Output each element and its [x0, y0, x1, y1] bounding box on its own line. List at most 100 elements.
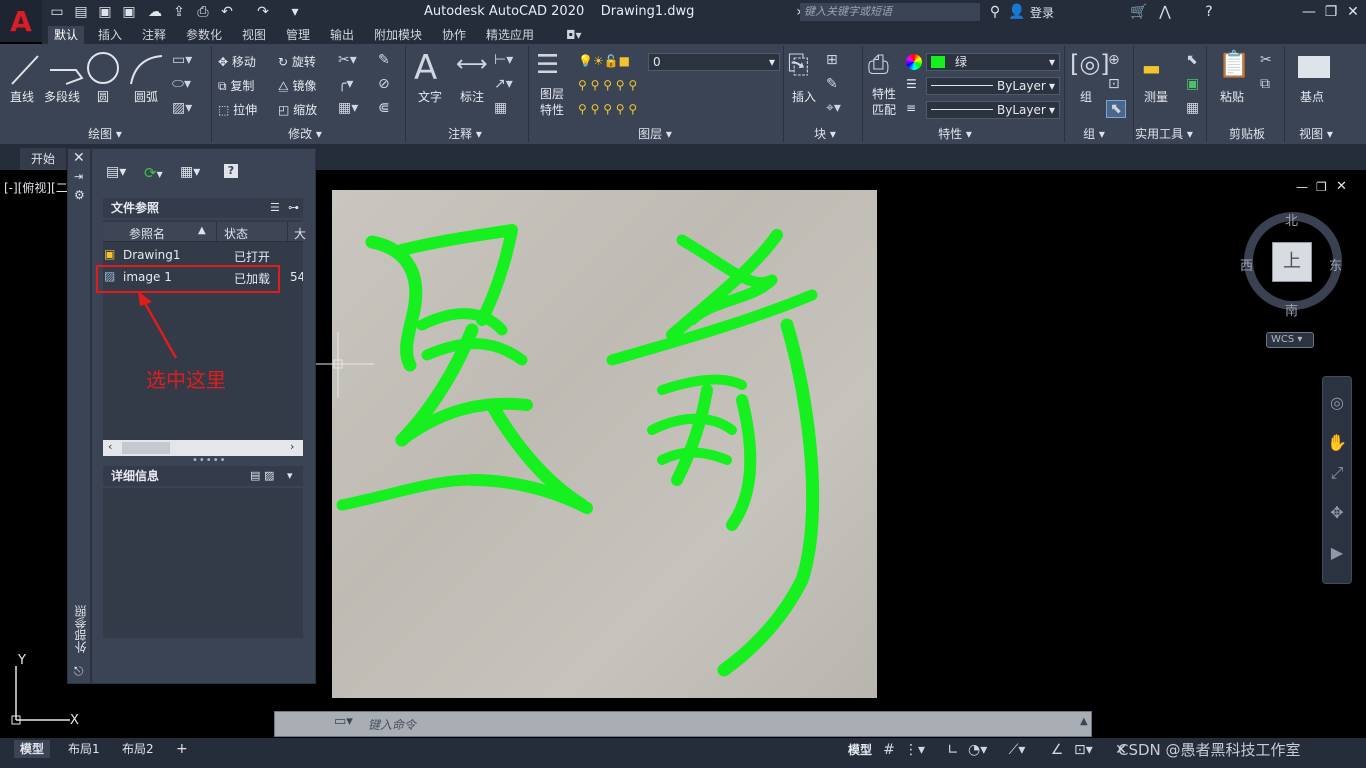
panel-title-draw[interactable]: 绘图 ▾ [80, 125, 130, 141]
tab-layout1[interactable]: 布局1 [62, 740, 106, 758]
select-all-icon[interactable]: ⬉ [1186, 52, 1198, 68]
mirror-tool[interactable]: ⧋ 镜像 [278, 77, 317, 94]
wcs-menu[interactable]: WCS ▾ [1266, 332, 1314, 348]
measure-icon[interactable]: ▬ [1142, 56, 1161, 80]
circle-tool[interactable]: 圆 [97, 88, 109, 105]
edit-block-icon[interactable]: ✎ [826, 76, 838, 92]
panel-title-layers[interactable]: 图层 ▾ [630, 125, 680, 141]
tab-view[interactable]: 视图 [236, 26, 272, 44]
panel-title-view[interactable]: 视图 ▾ [1286, 125, 1346, 141]
osnap-track-icon[interactable]: ∠ [1048, 741, 1066, 759]
create-block-icon[interactable]: ⊞ [826, 52, 838, 68]
cart-icon[interactable]: 🛒 [1130, 3, 1148, 21]
paste-icon[interactable]: 📋 [1218, 50, 1250, 80]
a360-icon[interactable]: ⋀ [1156, 3, 1174, 21]
dimension-tool[interactable]: 标注 [460, 88, 484, 105]
quick-access-menu-icon[interactable]: ▾ [286, 3, 304, 21]
insert-tool[interactable]: 插入 [792, 88, 816, 105]
copy-clip-icon[interactable]: ⧉ [1260, 76, 1270, 92]
tab-start[interactable]: 开始 [20, 148, 66, 170]
redo-icon[interactable]: ↷ [254, 3, 272, 21]
table-row-status[interactable]: 已打开 [234, 248, 270, 265]
tab-layout2[interactable]: 布局2 [116, 740, 160, 758]
table-icon[interactable]: ▦ [494, 100, 507, 116]
table-row-size[interactable]: 54 [290, 270, 303, 284]
scroll-right-icon[interactable]: › [290, 440, 294, 453]
polyline-tool[interactable]: 多段线 [44, 88, 80, 105]
compass-south[interactable]: 南 [1285, 300, 1298, 319]
base-view-icon[interactable] [1298, 56, 1330, 78]
table-row-name[interactable]: Drawing1 [123, 248, 181, 262]
calculator-icon[interactable]: ▦ [1186, 100, 1199, 116]
lineweight-dropdown[interactable]: ByLayer ▾ [926, 101, 1060, 119]
copy-tool[interactable]: ⧉ 复制 [218, 77, 254, 94]
print-icon[interactable]: ⎙ [194, 3, 212, 21]
tab-model[interactable]: 模型 [14, 740, 51, 758]
viewport-restore-icon[interactable]: ❐ [1316, 180, 1327, 194]
sort-ascending-icon[interactable]: ▲ [198, 225, 206, 236]
paste-tool[interactable]: 粘贴 [1220, 88, 1244, 105]
offset-icon[interactable]: ⋐ [378, 100, 390, 116]
autocad-logo-icon[interactable]: A [0, 0, 42, 42]
steering-wheel-icon[interactable]: ◎ [1326, 392, 1348, 414]
open-file-icon[interactable]: ▤ [72, 3, 90, 21]
panel-title-groups[interactable]: 组 ▾ [1074, 125, 1114, 141]
viewport-controls-label[interactable]: [-][俯视][二 [4, 179, 68, 196]
insert-block-icon[interactable]: ⎘ [788, 50, 809, 81]
splitter-grip[interactable]: ••••• [192, 455, 227, 466]
binoculars-icon[interactable]: ⚲ [986, 3, 1004, 21]
zoom-extents-icon[interactable]: ⤢ [1326, 462, 1348, 484]
panel-title-block[interactable]: 块 ▾ [800, 125, 850, 141]
snap-icon[interactable]: ⋮▾ [904, 741, 925, 759]
linetype-dropdown[interactable]: ByLayer ▾ [926, 77, 1060, 95]
tab-annotate[interactable]: 注释 [136, 26, 172, 44]
new-file-icon[interactable]: ▭ [48, 3, 66, 21]
fillet-icon[interactable]: ╭▾ [338, 76, 353, 92]
tab-addins[interactable]: 附加模块 [368, 26, 428, 44]
column-header-status[interactable]: 状态 [224, 225, 248, 242]
leader-icon[interactable]: ↗▾ [494, 76, 513, 92]
arc-tool[interactable]: 圆弧 [134, 88, 158, 105]
column-header-size[interactable]: 大 [294, 225, 306, 242]
block-attribute-icon[interactable]: ⌖▾ [826, 100, 841, 116]
tab-parametric[interactable]: 参数化 [180, 26, 228, 44]
compass-north[interactable]: 北 [1285, 210, 1298, 229]
polar-icon[interactable]: ◔▾ [968, 741, 987, 759]
command-expand-icon[interactable]: ▲ [1080, 716, 1088, 727]
save-icon[interactable]: ▣ [96, 3, 114, 21]
layer-tools-row1-icons[interactable]: ⚲ ⚲ ⚲ ⚲ ⚲ [578, 78, 637, 92]
palette-autohide-icon[interactable]: ⇥ [74, 170, 83, 183]
close-icon[interactable]: ✕ [1344, 3, 1362, 21]
text-icon[interactable]: A [414, 48, 437, 88]
palette-close-icon[interactable]: ✕ [73, 150, 85, 166]
list-view-icon[interactable]: ☰ [270, 201, 280, 214]
save-as-icon[interactable]: ▣ [120, 3, 138, 21]
group-select-icon[interactable]: ⬉ [1106, 100, 1126, 118]
command-history-icon[interactable]: ▭▾ [334, 714, 353, 729]
group-edit-icon[interactable]: ⊡ [1108, 76, 1120, 92]
viewcube-top-face[interactable]: 上 [1272, 242, 1312, 282]
layer-state-icons[interactable]: 💡☀🔓■ [578, 54, 630, 68]
match-properties-icon[interactable]: ⎙ [868, 50, 889, 81]
restore-icon[interactable]: ❐ [1322, 3, 1340, 21]
hatch-icon[interactable]: ⬭▾ [172, 76, 191, 92]
ortho-icon[interactable]: ∟ [944, 741, 962, 759]
minimize-icon[interactable]: — [1300, 3, 1318, 21]
details-dropdown-icon[interactable]: ▾ [287, 469, 293, 482]
attach-dwg-icon[interactable]: ▤▾ [106, 164, 126, 180]
export-icon[interactable]: ⇪ [170, 3, 188, 21]
tab-home[interactable]: 默认 [48, 26, 85, 44]
color-wheel-icon[interactable] [906, 54, 922, 70]
scale-tool[interactable]: ◰ 缩放 [278, 101, 317, 118]
add-layout-icon[interactable]: + [170, 740, 194, 758]
compass-east[interactable]: 东 [1329, 255, 1342, 274]
user-icon[interactable]: 👤 [1008, 3, 1026, 21]
change-path-icon[interactable]: ▦▾ [180, 164, 200, 180]
column-header-name[interactable]: 参照名 [129, 225, 165, 242]
text-tool[interactable]: 文字 [418, 88, 442, 105]
linear-dim-icon[interactable]: ⊢▾ [494, 52, 513, 68]
erase-icon[interactable]: ✎ [378, 52, 390, 68]
palette-settings-icon[interactable]: ⚙ [74, 188, 85, 202]
move-tool[interactable]: ✥ 移动 [218, 53, 256, 70]
layer-tools-row2-icons[interactable]: ⚲ ⚲ ⚲ ⚲ ⚲ [578, 102, 637, 116]
